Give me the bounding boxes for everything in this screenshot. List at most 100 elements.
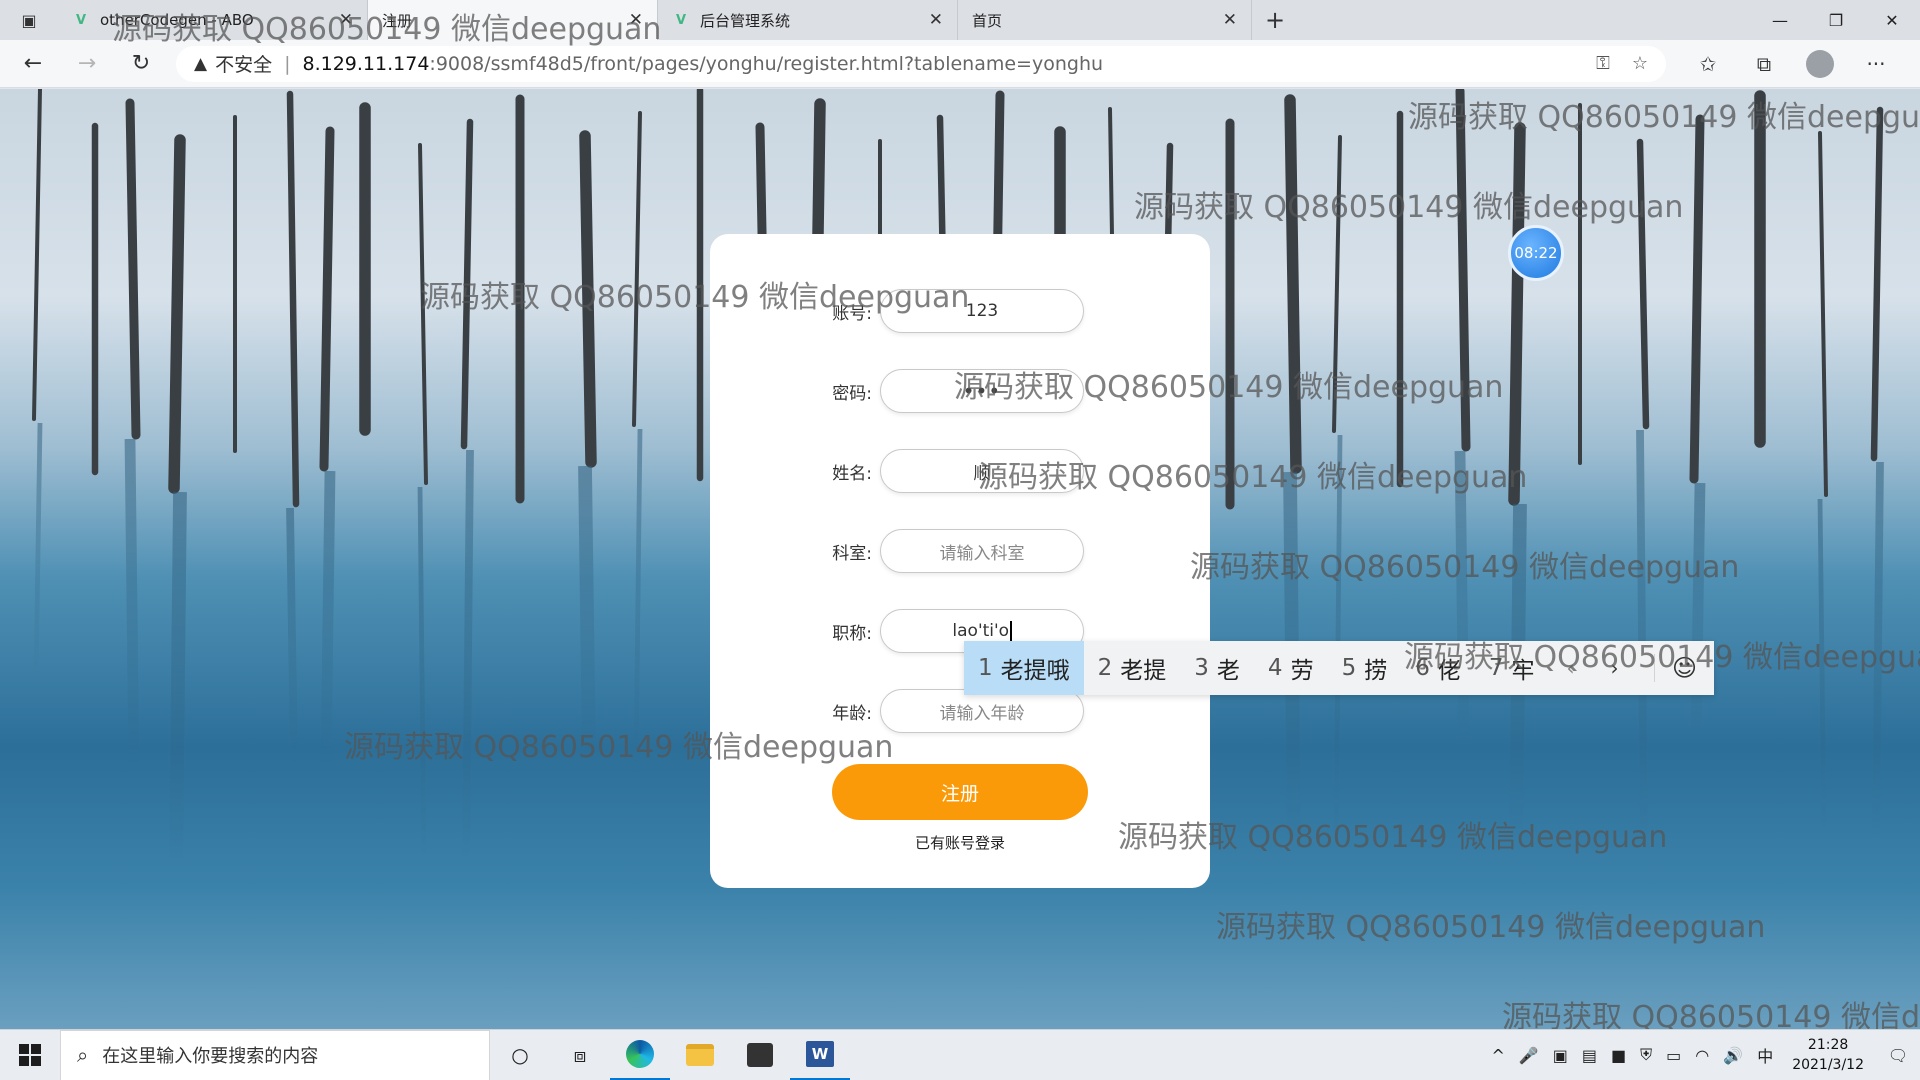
floating-clock-bubble[interactable]: 08:22 — [1508, 225, 1564, 281]
candidate-number: 1 — [978, 655, 993, 681]
chevron-up-icon[interactable]: ^ — [1484, 1046, 1511, 1065]
window-controls: — ❐ ✕ — [1752, 0, 1920, 40]
ime-candidate[interactable]: 5捞 — [1328, 641, 1402, 695]
edge-icon — [626, 1039, 654, 1068]
close-icon[interactable]: ✕ — [1223, 10, 1237, 30]
file-explorer-icon[interactable] — [670, 1030, 730, 1080]
tab-admin[interactable]: V 后台管理系统 ✕ — [658, 0, 958, 40]
more-menu-icon[interactable]: ··· — [1848, 44, 1904, 84]
tab-actions-icon[interactable]: ▣ — [0, 0, 58, 40]
new-tab-button[interactable]: + — [1252, 0, 1298, 40]
tree-trunk — [32, 89, 42, 421]
taskbar-clock[interactable]: 21:28 2021/3/12 — [1780, 1035, 1876, 1075]
collections-icon[interactable]: ⧉ — [1736, 44, 1792, 84]
candidate-text: 老提哦 — [1000, 658, 1070, 684]
trunk-reflection — [578, 465, 596, 763]
trunk-reflection — [1690, 482, 1706, 740]
text-caret — [1010, 621, 1012, 641]
close-icon[interactable]: ✕ — [929, 10, 943, 30]
trunk-reflection — [169, 491, 187, 869]
microphone-icon[interactable]: 🎤 — [1512, 1046, 1546, 1065]
back-icon[interactable]: ← — [6, 44, 60, 84]
watermark-text: 源码获取 QQ86050149 微信deepguan — [1118, 820, 1668, 855]
ime-candidate[interactable]: 1 老提哦 — [964, 641, 1084, 695]
url-path: :9008/ssmf48d5/front/pages/yonghu/regist… — [429, 52, 1104, 75]
url-host: 8.129.11.174 — [302, 52, 430, 75]
clock-time: 21:28 — [1807, 1037, 1849, 1053]
store-icon[interactable] — [730, 1030, 790, 1080]
folder-icon — [686, 1044, 714, 1066]
cortana-icon[interactable]: ○ — [490, 1030, 550, 1080]
notification-icon[interactable]: 🗨 — [1876, 1046, 1920, 1065]
restore-icon[interactable]: ❐ — [1808, 0, 1864, 40]
app-tray-icon[interactable]: ▤ — [1575, 1046, 1604, 1065]
start-button[interactable] — [0, 1030, 60, 1080]
watermark-text: 源码获取 QQ86050149 微信deepguan — [1134, 190, 1684, 225]
reload-icon[interactable]: ↻ — [114, 44, 168, 84]
tab-title: 后台管理系统 — [700, 11, 791, 30]
age-label: 年龄: — [832, 703, 872, 724]
name-label: 姓名: — [832, 463, 872, 484]
bag-icon — [747, 1043, 773, 1067]
tree-trunk — [1818, 131, 1828, 497]
register-card: 账号: 123 密码: ••• 姓名: 顺 科室: 请输入科室 职称: lao'… — [710, 234, 1210, 888]
address-bar[interactable]: ▲ 不安全 | 8.129.11.174:9008/ssmf48d5/front… — [176, 45, 1666, 82]
tree-trunk — [319, 126, 335, 472]
candidate-number: 4 — [1267, 655, 1283, 681]
tree-trunk — [168, 134, 186, 494]
tab-title: 首页 — [972, 11, 1003, 30]
minimize-icon[interactable]: — — [1752, 0, 1808, 40]
watermark-text: 源码获取 QQ86050149 微信deepguan — [978, 460, 1528, 495]
watermark-text: 源码获取 QQ86050149 微信deepguan — [1216, 910, 1766, 945]
add-favorite-icon[interactable]: ☆ — [1632, 53, 1648, 74]
wifi-icon[interactable]: ◠ — [1688, 1046, 1716, 1065]
profile-avatar[interactable] — [1806, 49, 1834, 78]
trunk-reflection — [417, 486, 427, 864]
trunk-reflection — [286, 507, 298, 765]
close-window-icon[interactable]: ✕ — [1864, 0, 1920, 40]
password-label: 密码: — [832, 383, 872, 404]
watermark-text: 源码获取 QQ86050149 微信deepguan — [1190, 550, 1740, 585]
tree-trunk — [1870, 106, 1884, 462]
shield-icon[interactable]: ⛨ — [1633, 1045, 1659, 1065]
search-icon: ⌕ — [77, 1043, 89, 1067]
vue-icon: V — [675, 12, 687, 28]
edge-browser-icon[interactable] — [610, 1030, 670, 1080]
tree-trunk — [1284, 94, 1302, 474]
warning-icon: ▲ — [194, 53, 208, 74]
age-input[interactable]: 请输入年龄 — [880, 689, 1084, 733]
ime-indicator[interactable]: 中 — [1750, 1043, 1780, 1067]
ime-candidate[interactable]: 4劳 — [1254, 641, 1328, 695]
department-label: 科室: — [832, 543, 872, 564]
department-input[interactable]: 请输入科室 — [880, 529, 1084, 573]
candidate-number: 3 — [1194, 655, 1209, 681]
taskbar-search-placeholder: 在这里输入你要搜索的内容 — [102, 1046, 319, 1067]
volume-icon[interactable]: 🔊 — [1716, 1046, 1750, 1065]
ime-candidate[interactable]: 2 老提 — [1084, 641, 1181, 695]
watermark-text: 源码获取 QQ86050149 微信deepguan — [954, 370, 1504, 405]
windows-logo-icon — [19, 1044, 41, 1066]
register-button[interactable]: 注册 — [832, 764, 1088, 820]
forward-icon[interactable]: → — [60, 44, 114, 84]
taskbar-search[interactable]: ⌕ 在这里输入你要搜索的内容 — [60, 1029, 490, 1080]
task-view-icon[interactable]: ⧈ — [550, 1030, 610, 1080]
battery-icon[interactable]: ▭ — [1659, 1046, 1688, 1065]
favorites-icon[interactable]: ✩ — [1680, 44, 1736, 84]
tree-trunk — [632, 111, 642, 427]
watermark-text: 源码获取 QQ86050149 微信deepguan — [344, 730, 894, 765]
watermark-text: 源码获取 QQ86050149 微信deepguan — [112, 12, 662, 47]
tab-home[interactable]: 首页 ✕ — [958, 0, 1252, 106]
separator: | — [284, 52, 291, 75]
clock-date: 2021/3/12 — [1792, 1057, 1864, 1073]
windows-taskbar: ⌕ 在这里输入你要搜索的内容 ○ ⧈ W ^ 🎤 ▣ ▤ ■ ⛨ ▭ ◠ 🔊 中… — [0, 1029, 1920, 1080]
app-tray-icon[interactable]: ▣ — [1546, 1046, 1575, 1065]
title-input-composition: lao'ti'o — [952, 621, 1010, 641]
nvidia-icon[interactable]: ■ — [1604, 1046, 1633, 1065]
ime-candidate[interactable]: 3老 — [1180, 641, 1254, 695]
candidate-number: 5 — [1341, 655, 1357, 681]
watermark-text: 源码获取 QQ86050149 微信deepguan — [420, 280, 970, 315]
candidate-number: 2 — [1097, 655, 1113, 681]
tree-trunk — [286, 90, 300, 508]
word-icon[interactable]: W — [790, 1030, 850, 1080]
key-icon[interactable]: ⚿ — [1596, 53, 1610, 74]
